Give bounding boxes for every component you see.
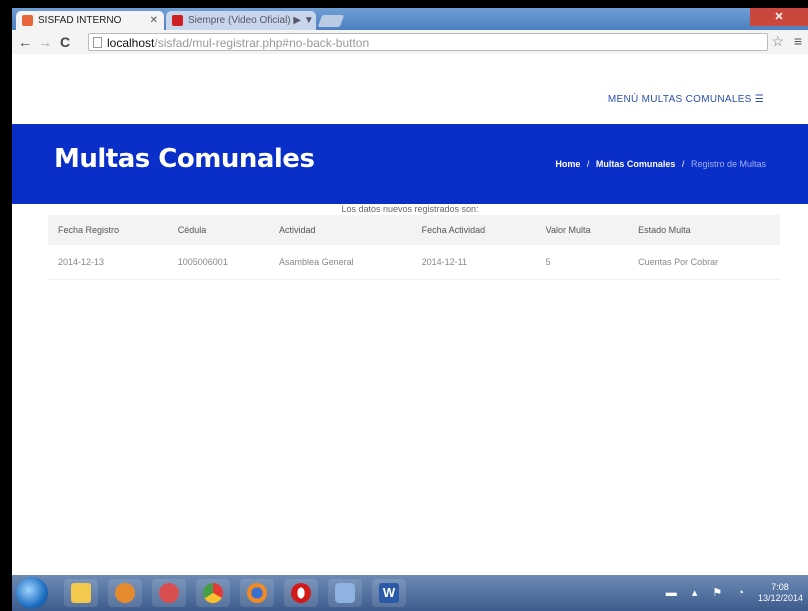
opera-icon <box>291 583 311 603</box>
cell-cedula: 1005006001 <box>167 245 270 280</box>
page-header: MENÚ MULTAS COMUNALES ☰ <box>12 54 808 124</box>
taskbar-explorer[interactable] <box>64 579 98 607</box>
title-banner: Multas Comunales Home / Multas Comunales… <box>12 124 808 204</box>
page-title: Multas Comunales <box>54 144 315 174</box>
breadcrumb-separator: / <box>681 159 685 169</box>
breadcrumb-separator: / <box>586 159 590 169</box>
taskbar-media[interactable] <box>108 579 142 607</box>
back-button[interactable]: ← <box>18 33 32 51</box>
taskbar-virtualbox[interactable] <box>328 579 362 607</box>
clock-time: 7:08 <box>771 582 789 592</box>
explorer-icon <box>71 583 91 603</box>
tab-video[interactable]: Siempre (Video Oficial) ▶ ▼ <box>166 11 316 30</box>
bookmark-star-icon[interactable]: ☆ <box>771 33 784 50</box>
table-row: 2014-12-13 1005006001 Asamblea General 2… <box>48 245 780 280</box>
breadcrumb-multas[interactable]: Multas Comunales <box>596 159 676 169</box>
reload-button[interactable]: C <box>60 33 70 51</box>
paint-icon <box>159 583 179 603</box>
clock-date: 13/12/2014 <box>758 593 804 603</box>
cell-estado-multa: Cuentas Por Cobrar <box>628 245 780 280</box>
youtube-favicon-icon <box>172 15 183 26</box>
column-header: Actividad <box>279 225 316 235</box>
breadcrumb-current: Registro de Multas <box>690 159 766 169</box>
taskbar-paint[interactable] <box>152 579 186 607</box>
tab-title: Siempre (Video Oficial) ▶ ▼ <box>188 15 314 26</box>
cell-fecha-registro: 2014-12-13 <box>48 245 168 280</box>
forward-button[interactable]: → <box>38 33 52 51</box>
sisfad-favicon-icon <box>22 15 33 26</box>
browser-toolbar: ← → C localhost/sisfad/mul-registrar.php… <box>12 30 808 55</box>
table-caption: Los datos nuevos registrados son: <box>341 204 479 214</box>
menu-multas-button[interactable]: MENÚ MULTAS COMUNALES ☰ <box>608 94 764 105</box>
cell-actividad: Asamblea General <box>269 245 412 280</box>
results-table: Fecha Registro Cédula Actividad Fecha Ac… <box>48 215 780 280</box>
address-bar[interactable]: localhost/sisfad/mul-registrar.php#no-ba… <box>88 33 768 51</box>
column-header: Fecha Actividad <box>421 225 486 235</box>
word-icon: W <box>379 583 399 603</box>
address-host: localhost <box>107 36 155 50</box>
taskbar-opera[interactable] <box>284 579 318 607</box>
cell-fecha-actividad: 2014-12-11 <box>411 245 536 280</box>
close-tab-icon[interactable]: ✕ <box>150 11 158 30</box>
cell-valor-multa: 5 <box>535 245 629 280</box>
tab-sisfad[interactable]: SISFAD INTERNO ✕ <box>16 11 164 30</box>
column-header: Cédula <box>177 225 207 235</box>
address-path: /sisfad/mul-registrar.php#no-back-button <box>154 36 370 50</box>
tab-title: SISFAD INTERNO <box>38 15 122 26</box>
browser-window: SISFAD INTERNO ✕ Siempre (Video Oficial)… <box>12 8 808 611</box>
windows-taskbar: W ▬ ▴ ⚑ ◔ 7:08 13/12/2014 <box>12 575 808 611</box>
column-header: Fecha Registro <box>58 225 120 235</box>
tray-icons[interactable]: ▬ ▴ ⚑ ◔ <box>666 586 750 599</box>
column-header: Estado Multa <box>638 225 691 235</box>
results-table-container: Fecha Registro Cédula Actividad Fecha Ac… <box>48 215 780 280</box>
chrome-icon <box>203 583 223 603</box>
virtualbox-icon <box>335 583 355 603</box>
page-icon <box>93 37 102 48</box>
taskbar-word[interactable]: W <box>372 579 406 607</box>
firefox-icon <box>247 583 267 603</box>
window-close-button[interactable]: ✕ <box>750 8 808 26</box>
media-player-icon <box>115 583 135 603</box>
tab-strip: SISFAD INTERNO ✕ Siempre (Video Oficial)… <box>12 8 808 30</box>
clock[interactable]: 7:08 13/12/2014 <box>758 582 804 604</box>
breadcrumb-home[interactable]: Home <box>555 159 580 169</box>
browser-menu-icon[interactable]: ≡ <box>794 33 802 49</box>
breadcrumb: Home / Multas Comunales / Registro de Mu… <box>555 159 766 169</box>
new-tab-button[interactable] <box>317 15 345 27</box>
taskbar-firefox[interactable] <box>240 579 274 607</box>
start-button[interactable] <box>16 577 48 609</box>
column-header: Valor Multa <box>545 225 591 235</box>
table-header-row: Fecha Registro Cédula Actividad Fecha Ac… <box>48 215 780 245</box>
taskbar-chrome[interactable] <box>196 579 230 607</box>
